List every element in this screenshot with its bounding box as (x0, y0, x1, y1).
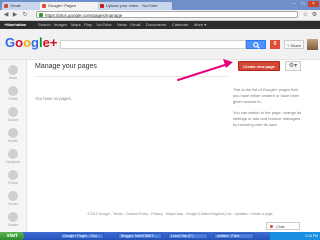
windows-taskbar: start Google+ Pages - Goo... Blogger: Ne… (0, 232, 320, 240)
system-tray-clock: 2:18 PM (270, 232, 320, 240)
annotation-arrow (177, 59, 233, 81)
chat-status-icon (270, 225, 273, 228)
start-button[interactable]: start (0, 232, 24, 240)
page-footer: ©2012 Google - Terms - Content Policy - … (87, 212, 273, 216)
taskbar-item[interactable]: Google+ Pages - Goo... (60, 233, 104, 239)
chat-button[interactable]: Chat (266, 222, 300, 230)
taskbar-item[interactable]: untitled - Paint (214, 233, 254, 239)
taskbar-item[interactable]: Blogger: NetHOBBIT... (118, 233, 162, 239)
chat-label: Chat (276, 224, 285, 229)
taskbar-item[interactable]: Local Disk (F:) (168, 233, 208, 239)
